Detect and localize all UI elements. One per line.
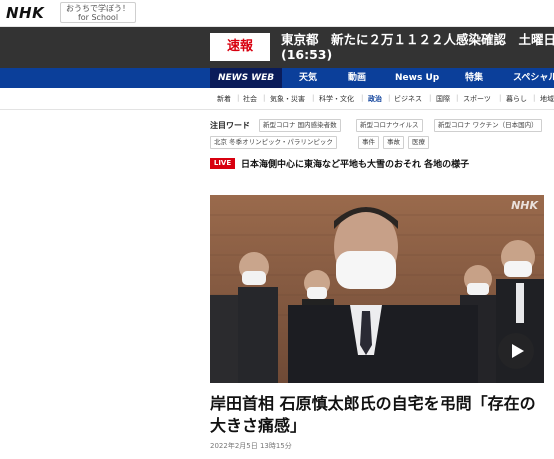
breaking-tag: 速報 <box>210 33 270 61</box>
category-divider: | <box>237 94 240 102</box>
play-button[interactable] <box>498 333 534 369</box>
category-nav: 新着 | 社会 | 気象・災害 | 科学・文化 | 政治 | ビジネス | 国際… <box>0 88 554 110</box>
for-school-link[interactable]: おうちで学ぼう！ for School <box>60 2 136 23</box>
nav-weather[interactable]: 天気 <box>299 68 317 88</box>
article-headline[interactable]: 岸田首相 石原慎太郎氏の自宅を弔問「存在の大きさ痛感」 <box>210 393 544 437</box>
photo-illustration <box>210 195 544 383</box>
category-science-culture[interactable]: 科学・文化 <box>319 94 354 104</box>
category-divider: | <box>388 94 391 102</box>
nav-news-web[interactable]: NEWS WEB <box>210 68 283 88</box>
live-headline[interactable]: 日本海側中心に東海など平地も大雪のおそれ 各地の様子 <box>241 157 469 170</box>
keyword-tag[interactable]: 北京 冬季オリンピック・パラリンピック <box>210 136 337 149</box>
category-divider: | <box>429 94 432 102</box>
keyword-tag[interactable]: 事件 <box>358 136 379 149</box>
main-nav: NEWS WEB 天気 動画 News Up 特集 スペシャル <box>0 68 554 88</box>
school-line2: for School <box>77 13 119 22</box>
breaking-news-bar[interactable]: 速報 東京都 新たに２万１１２２人感染確認 土曜日では (16:53) <box>0 27 554 68</box>
breaking-text-line1: 東京都 新たに２万１１２２人感染確認 土曜日では <box>281 32 554 47</box>
keyword-tag[interactable]: 新型コロナ ワクチン（日本国内） <box>434 119 542 132</box>
nav-special[interactable]: スペシャル <box>513 68 554 88</box>
breaking-text-line2: (16:53) <box>281 47 333 62</box>
category-business[interactable]: ビジネス <box>394 94 422 104</box>
category-sports[interactable]: スポーツ <box>463 94 491 104</box>
category-divider: | <box>499 94 502 102</box>
nav-news-up[interactable]: News Up <box>395 68 439 88</box>
category-society[interactable]: 社会 <box>243 94 257 104</box>
article-date: 2022年2月5日 13時15分 <box>210 442 292 450</box>
article-photo[interactable]: NHK <box>210 195 544 383</box>
nhk-logo[interactable]: NHK <box>6 4 44 22</box>
site-header: NHK おうちで学ぼう！ for School <box>0 0 554 27</box>
category-region[interactable]: 地域 <box>540 94 554 104</box>
category-divider: | <box>533 94 536 102</box>
keyword-tag[interactable]: 新型コロナ 国内感染者数 <box>259 119 341 132</box>
keyword-tag[interactable]: 新型コロナウイルス <box>356 119 423 132</box>
photo-watermark: NHK <box>511 199 538 212</box>
play-icon <box>512 344 524 358</box>
keyword-tag[interactable]: 事故 <box>383 136 404 149</box>
category-international[interactable]: 国際 <box>436 94 450 104</box>
live-badge: LIVE <box>210 158 235 169</box>
category-new[interactable]: 新着 <box>217 94 231 104</box>
category-divider: | <box>263 94 266 102</box>
category-weather-disaster[interactable]: 気象・災害 <box>270 94 305 104</box>
category-divider: | <box>361 94 364 102</box>
breaking-headline[interactable]: 東京都 新たに２万１１２２人感染確認 土曜日では (16:53) <box>281 32 554 64</box>
category-politics[interactable]: 政治 <box>368 94 382 104</box>
category-divider: | <box>456 94 459 102</box>
nav-features[interactable]: 特集 <box>465 68 483 88</box>
category-divider: | <box>312 94 315 102</box>
keywords-label: 注目ワード <box>210 121 250 130</box>
category-living[interactable]: 暮らし <box>506 94 527 104</box>
school-line1: おうちで学ぼう！ <box>66 4 130 13</box>
keyword-tag[interactable]: 医療 <box>408 136 429 149</box>
nav-video[interactable]: 動画 <box>348 68 366 88</box>
